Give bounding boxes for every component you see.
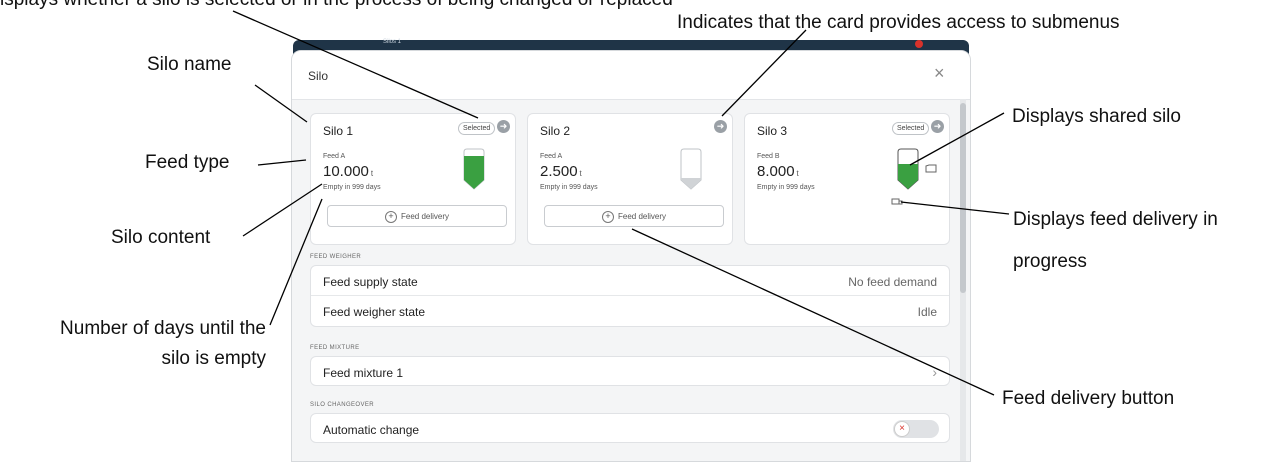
feed-delivery-label: Feed delivery — [400, 212, 450, 221]
callout-shared-silo: Displays shared silo — [1012, 106, 1181, 127]
section-label-silo-changeover: SILO CHANGEOVER — [310, 402, 375, 408]
callout-silo-content: Silo content — [111, 227, 211, 248]
selected-badge: Selected — [458, 122, 496, 135]
chevron-right-icon: › — [932, 364, 937, 380]
section-label-feed-weigher: FEED WEIGHER — [310, 254, 362, 260]
amount-unit: t — [796, 169, 799, 178]
days-until-empty: Empty in 999 days — [757, 184, 815, 191]
automatic-change-label: Automatic change — [323, 423, 420, 437]
callout-delivery-progress-line1: Displays feed delivery in — [1013, 209, 1218, 230]
silo-name: Silo 2 — [540, 124, 571, 138]
feed-type: Feed A — [540, 153, 563, 160]
arrow-right-circle-icon[interactable]: ➜ — [714, 120, 727, 133]
list-item: Feed supply state No feed demand — [311, 266, 949, 296]
plus-circle-icon: + — [601, 211, 614, 223]
feed-type: Feed A — [323, 153, 346, 160]
delivery-truck-icon — [891, 198, 903, 205]
feed-mixture-label: Feed mixture 1 — [323, 366, 404, 380]
silo-changeover-group: Automatic change × — [310, 413, 950, 443]
amount-value: 2.500 — [540, 163, 578, 180]
silo-icon — [897, 148, 919, 190]
feed-type: Feed B — [757, 153, 780, 160]
list-item[interactable]: Feed mixture 1 › — [311, 357, 949, 385]
silo-content: 10.000 t — [323, 163, 373, 180]
silo-card-1[interactable]: Silo 1 Selected ➜ Feed A 10.000 t Empty i… — [310, 113, 516, 245]
callout-delivery-button: Feed delivery button — [1002, 388, 1175, 409]
app-header-title: Silos 1 — [383, 39, 402, 45]
silo-dialog: Silo × Silo 1 Selected ➜ Feed A 10.000 t … — [291, 50, 971, 462]
silo-content: 8.000 t — [757, 163, 799, 180]
selected-badge: Selected — [892, 122, 930, 135]
silo-name: Silo 1 — [323, 124, 354, 138]
silo-card-3[interactable]: Silo 3 Selected ➜ Feed B 8.000 t Empty in… — [744, 113, 950, 245]
callout-delivery-progress-line2: progress — [1013, 251, 1087, 272]
callout-selected-status: isplays whether a silo is selected or in… — [0, 0, 673, 9]
days-until-empty: Empty in 999 days — [323, 184, 381, 191]
feed-delivery-button[interactable]: + Feed delivery — [544, 205, 724, 227]
callout-feed-type: Feed type — [145, 152, 230, 173]
notification-badge[interactable] — [915, 40, 923, 48]
days-until-empty: Empty in 999 days — [540, 184, 598, 191]
silo-name: Silo 3 — [757, 124, 788, 138]
silo-icon — [680, 148, 702, 190]
close-icon: × — [894, 421, 910, 437]
feed-supply-state-label: Feed supply state — [323, 275, 418, 289]
scrollbar-thumb[interactable] — [960, 103, 966, 293]
callout-days-line2: silo is empty — [161, 348, 266, 369]
shared-silo-icon — [925, 164, 937, 173]
feed-supply-state-value: No feed demand — [848, 275, 937, 289]
silo-card-2[interactable]: Silo 2 ➜ Feed A 2.500 t Empty in 999 days… — [527, 113, 733, 245]
plus-circle-icon: + — [384, 211, 397, 223]
list-item: Feed weigher state Idle — [311, 296, 949, 326]
callout-days-line1: Number of days until the — [60, 318, 266, 339]
arrow-right-circle-icon[interactable]: ➜ — [497, 120, 510, 133]
dialog-title: Silo — [308, 69, 329, 83]
feed-delivery-label: Feed delivery — [617, 212, 667, 221]
callout-silo-name: Silo name — [147, 54, 232, 75]
feed-delivery-button[interactable]: + Feed delivery — [327, 205, 507, 227]
section-label-feed-mixture: FEED MIXTURE — [310, 345, 360, 351]
amount-unit: t — [579, 169, 582, 178]
feed-weigher-group: Feed supply state No feed demand Feed we… — [310, 265, 950, 327]
feed-weigher-state-label: Feed weigher state — [323, 305, 426, 319]
close-icon[interactable]: × — [934, 63, 945, 84]
arrow-right-circle-icon[interactable]: ➜ — [931, 120, 944, 133]
amount-value: 8.000 — [757, 163, 795, 180]
dialog-header: Silo × — [292, 51, 970, 100]
silo-content: 2.500 t — [540, 163, 582, 180]
silo-icon — [463, 148, 485, 190]
callout-submenus: Indicates that the card provides access … — [677, 12, 1120, 33]
feed-weigher-state-value: Idle — [917, 305, 937, 319]
list-item: Automatic change × — [311, 414, 949, 442]
automatic-change-toggle[interactable]: × — [893, 420, 939, 438]
feed-mixture-group[interactable]: Feed mixture 1 › — [310, 356, 950, 386]
amount-unit: t — [370, 169, 374, 178]
amount-value: 10.000 — [323, 163, 369, 180]
